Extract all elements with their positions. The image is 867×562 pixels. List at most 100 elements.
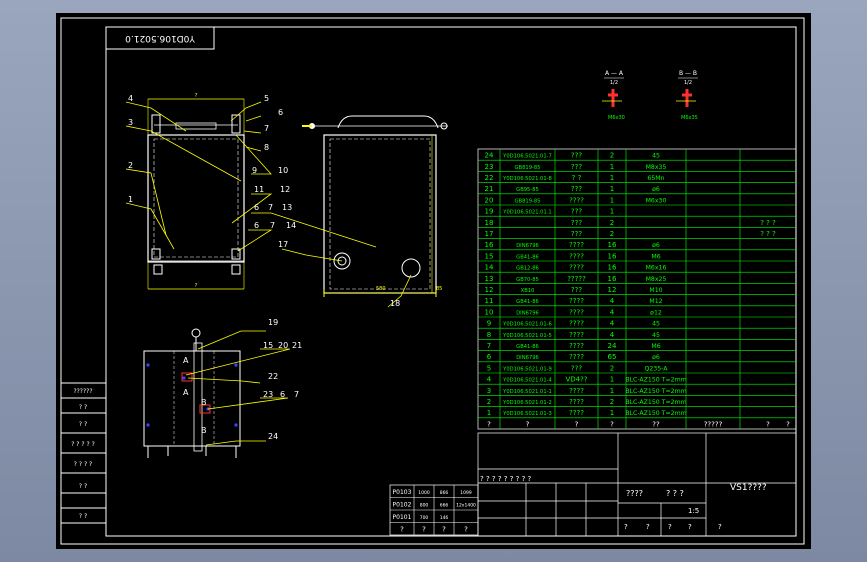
bom-header-cell: ? xyxy=(786,420,790,428)
bom-cell: ???? xyxy=(569,320,584,328)
bom-header-cell: ? xyxy=(575,420,579,428)
bom-cell: 2 xyxy=(487,398,491,406)
callout-number: 22 xyxy=(268,372,278,381)
bom-cell: 17 xyxy=(485,230,494,238)
bom-cell: Y0D106.5021.01.1 xyxy=(502,210,551,216)
bom-cell: 21 xyxy=(485,185,494,193)
bom-cell: 1 xyxy=(610,409,614,417)
callout-number: 7 xyxy=(264,124,269,133)
bom-cell: 13 xyxy=(485,275,494,283)
bom-cell: GB95-85 xyxy=(516,187,539,193)
bom-cell: ø6 xyxy=(652,186,660,193)
bom-cell: 18 xyxy=(485,219,494,227)
bom-cell: Y0D106.5021.01-3 xyxy=(502,411,552,417)
variant-header-cell: ? xyxy=(422,526,426,534)
bom-cell: XB10 xyxy=(521,288,535,294)
bom-cell: 19 xyxy=(485,208,494,216)
callout-number: 7 xyxy=(268,203,273,212)
variant-cell: 1099 xyxy=(460,490,472,496)
bom-cell: Q235-A xyxy=(644,365,668,372)
bom-cell: BLC-AZ150 T=2mm xyxy=(625,399,686,406)
bom-cell: ????? xyxy=(567,275,586,283)
bom-cell: 9 xyxy=(487,320,491,328)
bom-cell: 16 xyxy=(608,241,617,249)
bom-cell: BLC-AZ150 T=2mm xyxy=(625,388,686,395)
callout-number: 13 xyxy=(282,203,292,212)
section-mark: A xyxy=(183,356,189,365)
design-row-cell: ? xyxy=(688,523,692,531)
bom-cell: BLC-AZ150 T=2mm xyxy=(625,410,686,417)
bom-cell: 2 xyxy=(610,219,614,227)
bom-cell: 1 xyxy=(610,196,614,204)
bom-cell: ???? xyxy=(569,264,584,272)
callout-number: 1 xyxy=(128,195,133,204)
front-dim-top: ? xyxy=(195,93,198,99)
bom-cell: DIN6796 xyxy=(516,243,539,249)
outer-border xyxy=(60,17,805,545)
bom-cell: GB70-85 xyxy=(516,277,539,283)
bom-cell: 45 xyxy=(652,321,660,328)
cad-drawing: Y0D106.5021.0 ??????? ?? ?? ? ? ? ?? ? ?… xyxy=(60,17,805,545)
bom-cell: Y0D106.5021.01-9 xyxy=(502,366,552,372)
bom-cell: GB819-85 xyxy=(515,165,541,171)
bom-cell: 23 xyxy=(485,163,494,171)
callout-number: 2 xyxy=(128,161,133,170)
callout-number: 6 xyxy=(254,221,259,230)
variant-cell: 666 xyxy=(440,503,449,509)
bom-cell: 1 xyxy=(610,387,614,395)
bom-cell: 2 xyxy=(610,152,614,160)
callout-number: 23 xyxy=(263,390,273,399)
bom-cell: 12 xyxy=(485,286,494,294)
bom-cell: 16 xyxy=(485,241,494,249)
section-b-b: B — B 1/2 M6x35 xyxy=(676,70,698,121)
bom-cell: ??? xyxy=(571,185,582,193)
section-a-scale: 1/2 xyxy=(610,80,618,86)
bom-cell: 11 xyxy=(485,297,494,305)
bom-cell: GB12-86 xyxy=(516,266,539,272)
scale-value: 1:5 xyxy=(688,507,699,515)
callout-number: 3 xyxy=(128,118,133,127)
bom-cell: ??? xyxy=(571,208,582,216)
section-a-title: A — A xyxy=(605,70,624,77)
section-a-a: A — A 1/2 M6x30 xyxy=(602,70,625,121)
design-row: ????? xyxy=(624,523,722,531)
variant-cell: P0103 xyxy=(393,489,412,496)
stamp-line: ? ? ? ? ? xyxy=(71,441,95,448)
stamp-line: ? ? xyxy=(79,483,87,490)
callout-number: 8 xyxy=(264,143,269,152)
bom-cell: ???? xyxy=(569,409,584,417)
bom-cell: ???? xyxy=(569,331,584,339)
stamp-line: ? ? xyxy=(79,404,87,411)
bom-cell: 22 xyxy=(485,174,494,182)
bom-cell: DIN6796 xyxy=(516,310,539,316)
bom-cell: 20 xyxy=(485,196,494,204)
bom-cell: 10 xyxy=(485,308,494,316)
callout-number: 24 xyxy=(268,432,278,441)
section-a-note: M6x30 xyxy=(608,115,625,121)
section-mark: A xyxy=(183,388,189,397)
bom-cell: 65 xyxy=(608,353,617,361)
bom-cell: ???? xyxy=(569,252,584,260)
variants-table: P0103 1000 866 1099 P0102 800 666 12x1400 P0101 7… xyxy=(389,484,479,536)
bom-cell: ??? xyxy=(571,219,582,227)
marks-row: ? ? ? xyxy=(666,489,684,498)
bom-cell: 16 xyxy=(608,275,617,283)
callout-number: 20 xyxy=(278,341,288,350)
variant-cell: P0102 xyxy=(393,502,412,509)
stamp-line: ?????? xyxy=(73,388,92,395)
bom-header-cell: ? xyxy=(766,420,770,428)
callout-number: 10 xyxy=(278,166,288,175)
variant-header-cell: ? xyxy=(400,526,404,534)
bom-cell: Y0D106.5021.01-1 xyxy=(502,389,552,395)
bom-cell: Y0D106.5021.01-5 xyxy=(502,333,552,339)
bom-header-cell: ? xyxy=(610,420,614,428)
callout-number: 19 xyxy=(268,318,278,327)
bom-cell: ??? xyxy=(571,152,582,160)
bom-cell: ???? xyxy=(569,241,584,249)
rotated-drawing-number: Y0D106.5021.0 xyxy=(125,33,196,43)
bom-cell: 12 xyxy=(608,286,617,294)
bom-cell: 4 xyxy=(487,376,492,384)
bom-cell: ??? xyxy=(571,364,582,372)
callout-number: 9 xyxy=(252,166,257,175)
blank-marks: ? ? ? ? ? ? ? ? ? xyxy=(480,475,532,483)
